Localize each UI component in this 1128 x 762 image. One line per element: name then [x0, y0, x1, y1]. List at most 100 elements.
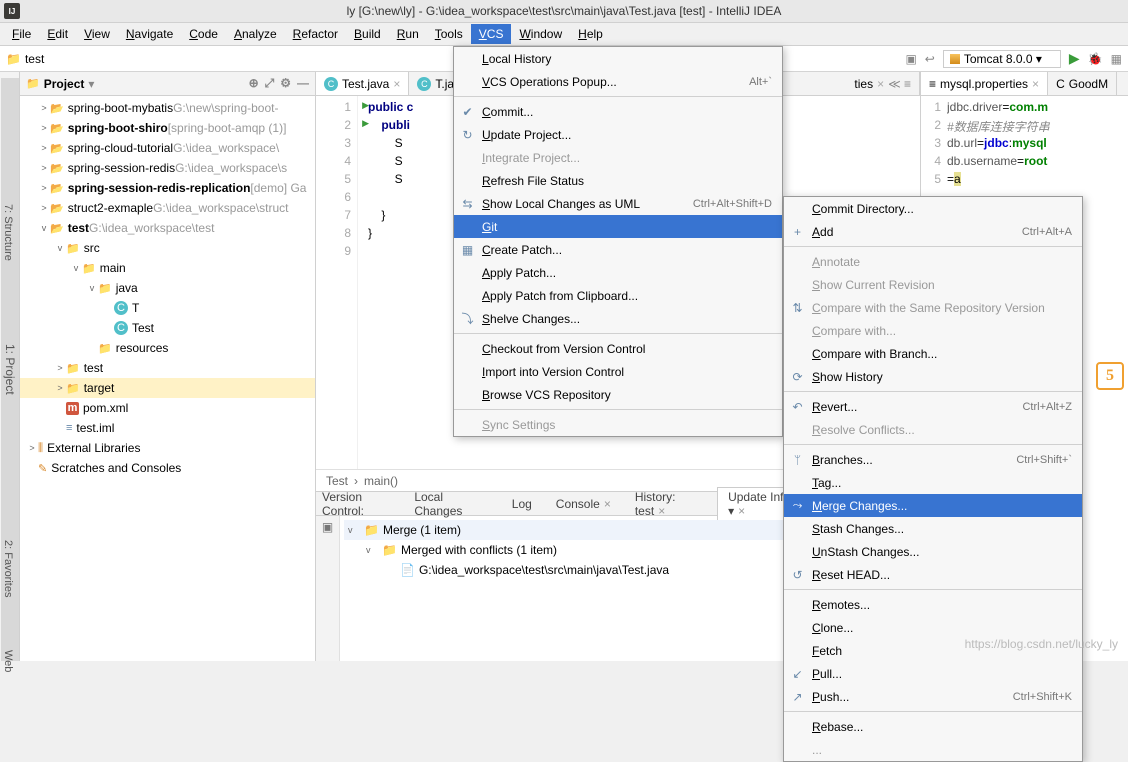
menu-tools[interactable]: Tools	[427, 24, 471, 44]
tree-item[interactable]: CT	[20, 298, 315, 318]
menu-navigate[interactable]: Navigate	[118, 24, 181, 44]
tree-item[interactable]: v📁java	[20, 278, 315, 298]
editor-gutter: 123456789	[316, 96, 358, 469]
tree-item[interactable]: >📁target	[20, 378, 315, 398]
menu-item[interactable]: ⇆Show Local Changes as UMLCtrl+Alt+Shift…	[454, 192, 782, 215]
menu-item[interactable]: ⤵Shelve Changes...	[454, 307, 782, 330]
tree-item[interactable]: >📂spring-boot-mybatis G:\new\spring-boot…	[20, 98, 315, 118]
menu-item[interactable]: Refresh File Status	[454, 169, 782, 192]
tree-item[interactable]: ✎Scratches and Consoles	[20, 458, 315, 478]
tab-more[interactable]: ties × ≪ ≡	[846, 72, 920, 95]
debug-button[interactable]: 🐞	[1088, 52, 1103, 66]
menu-item[interactable]: ↶Revert...Ctrl+Alt+Z	[784, 395, 1082, 418]
menu-item[interactable]: Import into Version Control	[454, 360, 782, 383]
menu-item[interactable]: Git	[454, 215, 782, 238]
menu-item[interactable]: VCS Operations Popup...Alt+`	[454, 70, 782, 93]
menu-help[interactable]: Help	[570, 24, 611, 44]
breadcrumb-root[interactable]: test	[25, 52, 44, 66]
menu-item[interactable]: ᛘBranches...Ctrl+Shift+`	[784, 448, 1082, 471]
vcs-tab[interactable]: Console×	[546, 495, 621, 513]
run-config-dropdown[interactable]: Tomcat 8.0.0 ▾	[943, 50, 1061, 68]
menu-item[interactable]: Clone...	[784, 616, 1082, 639]
menu-item[interactable]: +AddCtrl+Alt+A	[784, 220, 1082, 243]
tree-item[interactable]: mpom.xml	[20, 398, 315, 418]
nav-left-icon[interactable]: ▣	[905, 52, 916, 66]
tree-item[interactable]: >📂spring-boot-shiro [spring-boot-amqp (1…	[20, 118, 315, 138]
menu-item[interactable]: ↺Reset HEAD...	[784, 563, 1082, 586]
tree-item[interactable]: >📂struct2-exmaple G:\idea_workspace\stru…	[20, 198, 315, 218]
menu-item[interactable]: Apply Patch...	[454, 261, 782, 284]
tool-structure[interactable]: 7: Structure	[0, 200, 16, 265]
menu-item: Integrate Project...	[454, 146, 782, 169]
menu-item[interactable]: UnStash Changes...	[784, 540, 1082, 563]
scroll-icon[interactable]: ⤢	[265, 76, 275, 91]
menu-analyze[interactable]: Analyze	[226, 24, 285, 44]
menu-item[interactable]: ▦Create Patch...	[454, 238, 782, 261]
menu-item[interactable]: Tag...	[784, 471, 1082, 494]
menu-item[interactable]: Commit Directory...	[784, 197, 1082, 220]
tree-item[interactable]: CTest	[20, 318, 315, 338]
menu-window[interactable]: Window	[511, 24, 570, 44]
tree-item[interactable]: ≡test.iml	[20, 418, 315, 438]
bp-expand-icon[interactable]: ▣	[316, 520, 339, 534]
menu-vcs[interactable]: VCS	[471, 24, 512, 44]
menu-code[interactable]: Code	[181, 24, 226, 44]
project-tree[interactable]: >📂spring-boot-mybatis G:\new\spring-boot…	[20, 96, 315, 661]
menu-item: Compare with...	[784, 319, 1082, 342]
menu-item[interactable]: Rebase...	[784, 715, 1082, 738]
menu-item: Show Current Revision	[784, 273, 1082, 296]
menu-item[interactable]: Fetch	[784, 639, 1082, 662]
menu-build[interactable]: Build	[346, 24, 389, 44]
menu-item[interactable]: ⤳Merge Changes...	[784, 494, 1082, 517]
tree-item[interactable]: >📂spring-session-redis G:\idea_workspace…	[20, 158, 315, 178]
menu-item[interactable]: Stash Changes...	[784, 517, 1082, 540]
tool-web[interactable]: Web	[0, 646, 16, 676]
git-submenu-popup: Commit Directory...+AddCtrl+Alt+AAnnotat…	[783, 196, 1083, 762]
right-tab[interactable]: ≡mysql.properties×	[921, 72, 1048, 95]
tree-item[interactable]: >📂spring-cloud-tutorial G:\idea_workspac…	[20, 138, 315, 158]
run-button[interactable]: ▶	[1069, 50, 1080, 67]
menu-item[interactable]: Local History	[454, 47, 782, 70]
tree-item[interactable]: >⫼External Libraries	[20, 438, 315, 458]
gear-icon[interactable]: ⚙	[280, 76, 291, 91]
folder-icon: 📁	[6, 52, 21, 66]
project-header[interactable]: Project ▾ ⊕ ⤢ ⚙ —	[20, 72, 315, 96]
menu-edit[interactable]: Edit	[39, 24, 76, 44]
menu-item: ⇅Compare with the Same Repository Versio…	[784, 296, 1082, 319]
menu-item[interactable]: Compare with Branch...	[784, 342, 1082, 365]
menu-item[interactable]: Apply Patch from Clipboard...	[454, 284, 782, 307]
menu-item[interactable]: Remotes...	[784, 593, 1082, 616]
tree-item[interactable]: 📁resources	[20, 338, 315, 358]
editor-tab[interactable]: CTest.java×	[316, 72, 409, 95]
more-run-icon[interactable]: ▦	[1111, 52, 1122, 66]
project-panel: Project ▾ ⊕ ⤢ ⚙ — >📂spring-boot-mybatis …	[20, 72, 316, 661]
tree-item[interactable]: v📂test G:\idea_workspace\test	[20, 218, 315, 238]
vcs-tab[interactable]: Local Changes	[404, 488, 497, 520]
nav-back-icon[interactable]: ↩	[925, 52, 935, 66]
right-tab[interactable]: CGoodM	[1048, 72, 1117, 95]
collapse-icon[interactable]: ⊕	[249, 76, 259, 91]
menu-item[interactable]: ↗Push...Ctrl+Shift+K	[784, 685, 1082, 708]
menu-item[interactable]: ↻Update Project...	[454, 123, 782, 146]
menu-item[interactable]: ✔Commit...	[454, 100, 782, 123]
menu-file[interactable]: File	[4, 24, 39, 44]
hide-icon[interactable]: —	[297, 76, 309, 91]
tree-item[interactable]: v📁main	[20, 258, 315, 278]
tree-item[interactable]: >📂spring-session-redis-replication [demo…	[20, 178, 315, 198]
menu-run[interactable]: Run	[389, 24, 427, 44]
menu-refactor[interactable]: Refactor	[285, 24, 346, 44]
tree-item[interactable]: >📁test	[20, 358, 315, 378]
menu-view[interactable]: View	[76, 24, 118, 44]
tree-item[interactable]: v📁src	[20, 238, 315, 258]
vcs-tab[interactable]: History: test×	[625, 488, 713, 520]
menu-item[interactable]: Checkout from Version Control	[454, 337, 782, 360]
menu-item: Sync Settings	[454, 413, 782, 436]
html5-badge-icon: 5	[1096, 362, 1124, 390]
vcs-tab[interactable]: Log	[502, 495, 542, 513]
title-bar: IJ ly [G:\new\ly] - G:\idea_workspace\te…	[0, 0, 1128, 23]
right-tabs: ≡mysql.properties×CGoodM	[921, 72, 1128, 96]
menu-item[interactable]: Browse VCS Repository	[454, 383, 782, 406]
menu-item[interactable]: ↙Pull...	[784, 662, 1082, 685]
menu-item[interactable]: ⟳Show History	[784, 365, 1082, 388]
tool-favorites[interactable]: 2: Favorites	[0, 536, 16, 601]
